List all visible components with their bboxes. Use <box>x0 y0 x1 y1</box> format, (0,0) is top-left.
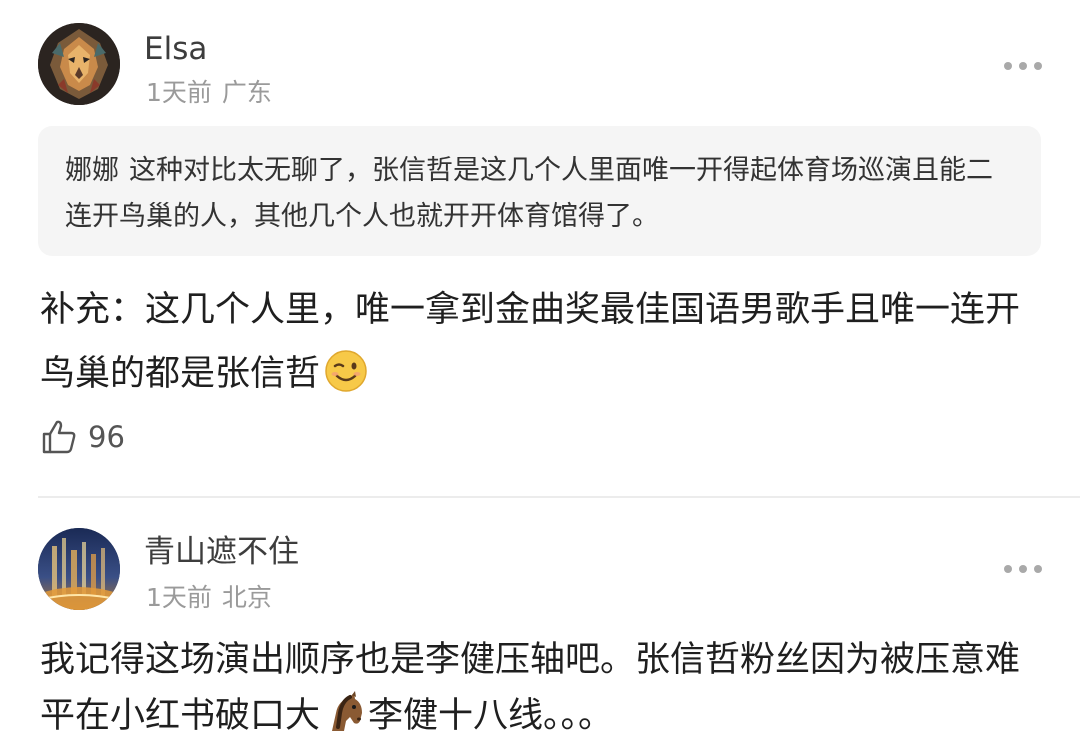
like-button[interactable]: 96 <box>40 417 125 457</box>
location: 北京 <box>221 583 272 612</box>
thumbs-up-icon <box>42 420 76 454</box>
timestamp: 1天前 <box>146 583 212 612</box>
comment-card: 青山遮不住 1天前 北京 我记得这场演出顺序也是李健压轴吧。张信哲粉丝因为被压意难… <box>0 497 1080 737</box>
horse-emoji <box>324 691 368 752</box>
comment-text-content: 补充：这几个人里，唯一拿到金曲奖最佳国语男歌手且唯一连开鸟巢的都是张信哲 <box>40 290 1021 394</box>
quoted-text: 这种对比太无聊了，张信哲是这几个人里面唯一开得起体育场巡演且能二连开鸟巢的人，其… <box>65 155 993 232</box>
comment-meta: 1天前 北京 <box>146 585 272 610</box>
comment-text: 我记得这场演出顺序也是李健压轴吧。张信哲粉丝因为被压意难平在小红书破口大 李健十… <box>40 632 1050 752</box>
avatar[interactable] <box>38 528 120 610</box>
avatar[interactable] <box>38 23 120 105</box>
quoted-username: 娜娜 <box>65 155 119 186</box>
more-dots-icon[interactable] <box>1004 563 1042 575</box>
quoted-reply[interactable]: 娜娜 这种对比太无聊了，张信哲是这几个人里面唯一开得起体育场巡演且能二连开鸟巢的人… <box>38 126 1041 256</box>
comment-card: Elsa 1天前 广东 娜娜 这种对比太无聊了，张信哲是这几个人里面唯一开得起体育场… <box>0 0 1080 498</box>
comment-text-part2: 李健十八线。。。 <box>368 696 614 736</box>
city-lights-avatar-image <box>38 528 120 610</box>
like-count: 96 <box>88 420 125 454</box>
username[interactable]: Elsa <box>144 34 207 65</box>
username[interactable]: 青山遮不住 <box>144 537 299 568</box>
comment-meta: 1天前 广东 <box>146 80 272 105</box>
location: 广东 <box>221 78 272 107</box>
lion-avatar-image <box>38 23 120 105</box>
more-dots-icon[interactable] <box>1004 60 1042 72</box>
comment-text: 补充：这几个人里，唯一拿到金曲奖最佳国语男歌手且唯一连开鸟巢的都是张信哲 <box>40 278 1050 414</box>
wink-emoji <box>324 349 368 414</box>
timestamp: 1天前 <box>146 78 212 107</box>
